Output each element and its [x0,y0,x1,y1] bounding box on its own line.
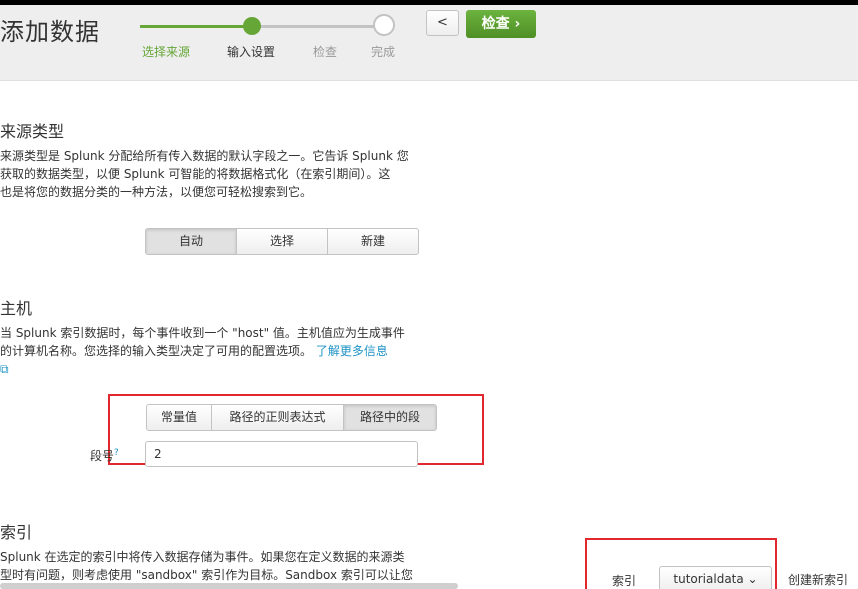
next-button[interactable]: 检查 › [466,10,536,38]
final-step-dot [373,14,395,36]
index-field-label: 索引 [612,574,637,588]
index-description: Splunk 在选定的索引中将传入数据存储为事件。如果您在定义数据的来源类 型时… [0,548,440,584]
host-desc-line: 的计算机名称。您选择的输入类型决定了可用的配置选项。 [0,344,313,358]
constant-value-button[interactable]: 常量值 [147,405,212,430]
step-select-source: 选择来源 [142,45,191,59]
source-type-desc-line: 来源类型是 Splunk 分配给所有传入数据的默认字段之一。它告诉 Splunk… [0,149,409,163]
external-link-icon[interactable]: ⧉ [0,360,440,378]
source-type-description: 来源类型是 Splunk 分配给所有传入数据的默认字段之一。它告诉 Splunk… [0,147,440,201]
current-step-dot [243,17,261,35]
source-type-toggle: 自动 选择 新建 [145,228,419,255]
source-type-title: 来源类型 [0,122,65,141]
host-desc-line: 当 Splunk 索引数据时，每个事件收到一个 "host" 值。主机值应为生成… [0,326,405,340]
index-desc-line: Splunk 在选定的索引中将传入数据存储为事件。如果您在定义数据的来源类 [0,550,405,564]
progress-track-todo [253,25,383,28]
step-review: 检查 [313,45,338,59]
segment-number-input[interactable]: 2 [145,441,418,467]
host-option-toggle: 常量值 路径的正则表达式 路径中的段 [146,404,437,431]
select-button[interactable]: 选择 [237,229,328,254]
regex-on-path-button[interactable]: 路径的正则表达式 [212,405,344,430]
host-title: 主机 [0,299,33,318]
new-button[interactable]: 新建 [328,229,418,254]
source-type-desc-line: 也是将您的数据分类的一种方法，以便您可轻松搜索到它。 [0,185,313,199]
segment-in-path-button[interactable]: 路径中的段 [344,405,436,430]
page-title: 添加数据 [0,18,100,46]
step-progress: 选择来源 输入设置 检查 完成 [140,10,410,60]
header: 添加数据 选择来源 输入设置 检查 完成 < 检查 › [0,5,858,81]
index-desc-line: 型时有问题，则考虑使用 "sandbox" 索引作为目标。Sandbox 索引可… [0,568,413,582]
host-description: 当 Splunk 索引数据时，每个事件收到一个 "host" 值。主机值应为生成… [0,324,440,378]
horizontal-scrollbar[interactable] [0,583,458,589]
learn-more-link[interactable]: 了解更多信息 [316,344,388,358]
step-input-settings: 输入设置 [227,45,276,59]
help-icon[interactable]: ? [114,448,119,458]
step-done: 完成 [371,45,396,59]
auto-button[interactable]: 自动 [146,229,237,254]
index-select[interactable]: tutorialdata ⌄ [659,566,772,589]
create-index-link[interactable]: 创建新索引 [788,571,848,588]
progress-track-done [140,25,253,28]
source-type-desc-line: 获取的数据类型，以便 Splunk 可智能的将数据格式化（在索引期间）。这 [0,167,391,181]
index-title: 索引 [0,523,33,542]
segment-number-label: 段号? [90,448,119,463]
back-button[interactable]: < [426,10,459,36]
